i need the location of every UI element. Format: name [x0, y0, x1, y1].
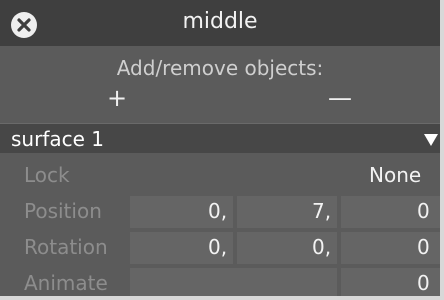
animate-value: 0: [417, 271, 430, 295]
rotation-label: Rotation: [24, 235, 108, 259]
properties-panel: middle Add/remove objects: + — surface 1…: [0, 0, 444, 300]
panel-border-right: [440, 0, 444, 300]
position-label: Position: [24, 199, 102, 223]
surface-label: surface 1: [11, 127, 104, 151]
remove-object-button[interactable]: —: [328, 84, 352, 112]
add-remove-label: Add/remove objects:: [116, 56, 324, 80]
add-object-button[interactable]: +: [107, 84, 127, 112]
rotation-z-value: 0: [417, 235, 430, 259]
title-bar: middle: [0, 0, 440, 46]
surface-section-header[interactable]: surface 1: [0, 123, 440, 153]
panel-border-bottom: [0, 296, 444, 300]
position-z-value: 0: [417, 199, 430, 223]
lock-value[interactable]: None: [369, 163, 421, 187]
collapse-triangle-icon[interactable]: [424, 134, 438, 146]
lock-label: Lock: [24, 163, 70, 187]
rotation-x-value: 0,: [208, 235, 228, 259]
window-title: middle: [182, 9, 258, 34]
position-x-value: 0,: [208, 199, 228, 223]
animate-label: Animate: [24, 271, 108, 295]
rotation-y-value: 0,: [312, 235, 332, 259]
position-y-value: 7,: [312, 199, 332, 223]
